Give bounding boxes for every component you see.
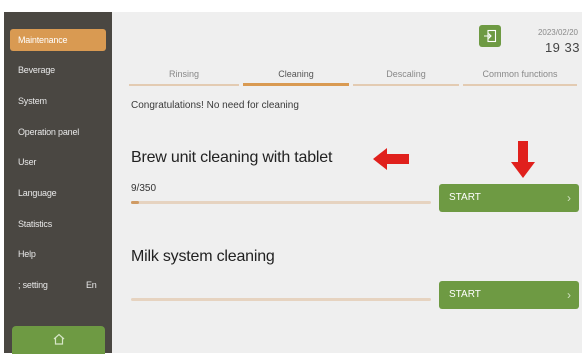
start-button-label: START	[449, 192, 481, 203]
cleaning-counter: 9/350	[131, 183, 157, 194]
tab-label: Common functions	[482, 69, 558, 79]
exit-button[interactable]	[479, 25, 501, 47]
tab-descaling[interactable]: Descaling	[353, 66, 459, 86]
brew-cleaning-progress	[131, 201, 431, 204]
arrow-down-icon	[511, 141, 535, 178]
sidebar-item-label: Statistics	[18, 219, 53, 229]
tab-common-functions[interactable]: Common functions	[463, 66, 577, 86]
milk-start-button[interactable]: START ›	[439, 281, 579, 309]
language-tag: En	[86, 280, 97, 290]
sidebar-item-statistics[interactable]: Statistics	[10, 213, 106, 235]
sidebar-item-help[interactable]: Help	[10, 243, 106, 265]
tab-label: Descaling	[386, 69, 426, 79]
sidebar-item-label: Operation panel	[18, 127, 80, 137]
home-button[interactable]	[12, 326, 105, 354]
sidebar-item-language[interactable]: Language	[10, 182, 106, 204]
sidebar-item-user[interactable]: User	[10, 151, 106, 173]
brew-unit-cleaning-title: Brew unit cleaning with tablet	[131, 149, 333, 166]
exit-icon	[484, 29, 497, 43]
milk-system-cleaning-title: Milk system cleaning	[131, 248, 275, 265]
brew-cleaning-progress-fill	[131, 201, 139, 204]
home-icon	[53, 333, 65, 345]
time-display: 19 33	[544, 40, 580, 55]
chevron-right-icon: ›	[567, 288, 571, 302]
arrow-left-icon	[373, 148, 409, 170]
sidebar-item-label: Maintenance	[18, 35, 68, 45]
sidebar-item-operation-panel[interactable]: Operation panel	[10, 121, 106, 143]
tab-underline	[129, 84, 239, 86]
tab-label: Cleaning	[278, 69, 314, 79]
sidebar-item-label: System	[18, 96, 47, 106]
tab-label: Rinsing	[168, 69, 199, 79]
sidebar-item-system[interactable]: System	[10, 90, 106, 112]
tab-underline	[353, 84, 459, 86]
sidebar-item-label: User	[18, 157, 37, 167]
start-button-label: START	[449, 289, 481, 300]
tab-rinsing[interactable]: Rinsing	[129, 66, 239, 86]
machine-screen: Maintenance Beverage System Operation pa…	[4, 12, 582, 354]
chevron-right-icon: ›	[567, 191, 571, 205]
sidebar-item-maintenance[interactable]: Maintenance	[10, 29, 106, 51]
sidebar-item-setting[interactable]: ; setting En	[10, 274, 106, 296]
brew-start-button[interactable]: START ›	[439, 184, 579, 212]
tab-underline	[463, 84, 577, 86]
sidebar: Maintenance Beverage System Operation pa…	[4, 12, 112, 354]
date-display: 2023/02/20	[537, 28, 578, 37]
sidebar-item-label: Beverage	[18, 65, 55, 75]
sidebar-item-label: ; setting	[18, 280, 48, 290]
sidebar-item-label: Language	[18, 188, 57, 198]
sidebar-item-label: Help	[18, 249, 36, 259]
milk-cleaning-progress	[131, 298, 431, 301]
tab-cleaning[interactable]: Cleaning	[243, 66, 349, 86]
cleaning-status-message: Congratulations! No need for cleaning	[131, 100, 299, 111]
sidebar-item-beverage[interactable]: Beverage	[10, 59, 106, 81]
tab-underline	[243, 83, 349, 86]
